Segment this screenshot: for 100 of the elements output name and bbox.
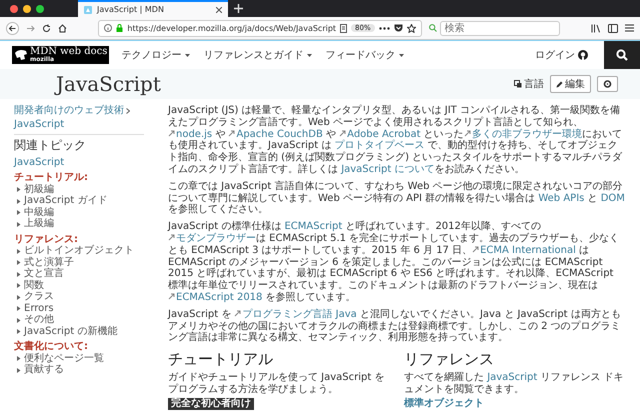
- library-icon[interactable]: [591, 24, 601, 32]
- group-title: 文書化について:: [14, 341, 89, 352]
- sidebar-item[interactable]: 文と宣言: [24, 268, 64, 280]
- link[interactable]: モダンブラウザー: [168, 232, 256, 244]
- forward-icon[interactable]: [26, 24, 35, 32]
- sidebar-icon[interactable]: [608, 24, 618, 32]
- language-button[interactable]: 言語: [514, 77, 544, 91]
- browser-tab[interactable]: JavaScript | MDN: [78, 0, 228, 17]
- paragraph: すべてを網羅した JavaScript リファレンス ドキュメントを閲覧できます。: [404, 372, 625, 396]
- url-text: https://developer.mozilla.org/ja/docs/Web/JavaScript: [127, 24, 336, 32]
- collapsed-triangle-icon[interactable]: [16, 222, 21, 227]
- paragraph: JavaScript (JS) は軽量で、軽量なインタプリタ型、あるいは JIT コンパイルされる、第一級関数を備えたプログラミング言語です。Web ページでよく使用されるスクリプト言語として知られ、 node.js や Apache CouchDB や Adobe Acrobat といった 多くの非ブラウザー環境においても使用されています。JavaScript は プロトタイプベース で、動的型付けを持ち、そしてオブジェクト指向、命令形、宣言的 (例えば関数プログラミング) といったスタイルをサポートするマルチパラダイムのスクリプト言語です。詳しくは JavaScript についてをお読みください。: [168, 105, 624, 176]
- paragraph: JavaScript の標準仕様は ECMAScript と呼ばれています。2012年以降、すべての モダンブラウザーは ECMAScript 5.1 を完全にサポートしています。過去のブラウザーも、少なくとも ECMAScript 3 はサポートしています。2015 年 6 月 17 日、 ECMA International は ECMAScript のメジャーバージョン 6 を策定しました。このバージョンは公式には ECMAScript 2015 と呼ばれていますが、最初は ECMAScript 6 や ES6 と呼ばれます。それ以降、ECMAScript 標準は年単位でリリースされています。このドキュメントは最新のドラフトバージョン、現在は ECMAScript 2018 を参照しています。: [168, 221, 620, 304]
- sidebar-link[interactable]: JavaScript: [14, 156, 64, 168]
- close-icon[interactable]: [216, 6, 222, 12]
- menu-icon[interactable]: [625, 24, 634, 32]
- external-link-icon: [168, 234, 175, 241]
- group-title: チュートリアル:: [14, 172, 89, 184]
- search-button[interactable]: [604, 41, 640, 69]
- collapsed-triangle-icon[interactable]: [16, 210, 21, 216]
- sidebar-item[interactable]: JavaScript ガイド: [24, 195, 108, 207]
- sidebar-item[interactable]: 貢献する: [24, 364, 64, 376]
- link[interactable]: node.js: [168, 128, 212, 140]
- search-field[interactable]: 検索: [440, 20, 560, 36]
- sidebar-item[interactable]: 便利なページ一覧: [24, 352, 104, 364]
- nav-menu[interactable]: リファレンスとガイド: [203, 48, 314, 62]
- sidebar-item[interactable]: ビルトインオブジェクト: [24, 245, 134, 257]
- link[interactable]: JavaScript について: [341, 164, 434, 175]
- link[interactable]: ECMAScript: [284, 221, 342, 232]
- collapsed-triangle-icon[interactable]: [16, 306, 21, 312]
- more-icon[interactable]: [378, 26, 390, 30]
- translate-icon: [514, 80, 522, 88]
- settings-icon: [603, 78, 612, 90]
- external-link-icon: [168, 292, 175, 300]
- subheading: 完全な初心者向け: [168, 398, 254, 410]
- section-heading: チュートリアル: [168, 351, 274, 369]
- collapsed-triangle-icon[interactable]: [16, 248, 21, 254]
- external-link-icon: [339, 130, 346, 137]
- collapsed-triangle-icon[interactable]: [16, 329, 21, 334]
- search-icon: [428, 24, 437, 32]
- paragraph: ガイドやチュートリアルを使って JavaScript をプログラムする方法を学びましょう。: [168, 372, 386, 396]
- caret-icon: [306, 52, 314, 58]
- favicon-icon: [84, 6, 92, 14]
- link[interactable]: DOM: [600, 192, 625, 204]
- collapsed-triangle-icon[interactable]: [16, 356, 21, 362]
- external-link-icon: [472, 246, 480, 253]
- link[interactable]: JavaScript: [487, 372, 538, 383]
- collapsed-triangle-icon[interactable]: [16, 260, 21, 266]
- edit-button[interactable]: 編集: [550, 75, 591, 93]
- pocket-icon[interactable]: [394, 24, 403, 32]
- sidebar-item[interactable]: 初級編: [24, 184, 54, 196]
- link[interactable]: ECMAScript 2018: [168, 292, 262, 303]
- collapsed-triangle-icon[interactable]: [16, 283, 21, 288]
- external-link-icon: [464, 130, 471, 137]
- link[interactable]: プロトタイプベース: [334, 140, 424, 152]
- search-icon: [616, 49, 628, 61]
- sidebar-item[interactable]: その他: [24, 314, 54, 326]
- collapsed-triangle-icon[interactable]: [16, 318, 21, 323]
- pencil-icon: [556, 80, 563, 88]
- nav-menu[interactable]: テクノロジー: [121, 48, 192, 62]
- sidebar-item[interactable]: JavaScript の新機能: [24, 326, 118, 338]
- info-icon: [104, 24, 112, 32]
- link[interactable]: 多くの非ブラウザー環境: [464, 128, 582, 140]
- caret-icon: [184, 52, 192, 58]
- breadcrumb-link[interactable]: 開発者向けのウェブ技術: [14, 105, 124, 116]
- sidebar-item[interactable]: 関数: [24, 280, 44, 292]
- sidebar-item[interactable]: クラス: [24, 291, 54, 303]
- collapsed-triangle-icon[interactable]: [16, 272, 21, 277]
- star-icon[interactable]: [406, 24, 416, 32]
- subheading-link[interactable]: 標準オブジェクト: [404, 398, 484, 410]
- collapsed-triangle-icon[interactable]: [16, 187, 21, 192]
- collapsed-triangle-icon[interactable]: [16, 198, 21, 204]
- group-title: リファレンス:: [14, 234, 79, 245]
- new-tab-icon[interactable]: [234, 4, 243, 13]
- section-heading: リファレンス: [404, 351, 495, 369]
- link[interactable]: ECMA International: [472, 244, 576, 256]
- nav-menu[interactable]: フィードバック: [325, 48, 406, 62]
- reload-icon[interactable]: [42, 24, 51, 32]
- sidebar-item[interactable]: 中級編: [24, 206, 54, 218]
- external-link-icon: [234, 310, 242, 317]
- sidebar-item[interactable]: 式と演算子: [24, 256, 74, 268]
- collapsed-triangle-icon[interactable]: [16, 368, 21, 373]
- link[interactable]: プログラミング言語 Java: [234, 308, 357, 320]
- collapsed-triangle-icon[interactable]: [16, 294, 21, 300]
- external-link-icon: [228, 130, 236, 137]
- chevron-icon: [126, 108, 130, 114]
- paragraph: この章では JavaScript 言語自体について、すなわち Web ページ他の環境に限定されないコアの部分について専門に解説しています。Web ページ特有の API 群の情報を得たい場合は Web APIs と DOM を参照してください。: [168, 180, 626, 216]
- link[interactable]: Apache CouchDB: [228, 128, 323, 140]
- link[interactable]: Adobe Acrobat: [339, 128, 421, 140]
- login-button[interactable]: ログイン: [535, 48, 588, 62]
- back-icon[interactable]: [6, 22, 19, 34]
- reader-view-icon[interactable]: [340, 24, 348, 32]
- sidebar-item[interactable]: Errors: [24, 302, 54, 314]
- home-icon[interactable]: [58, 24, 67, 32]
- settings-button[interactable]: [597, 76, 618, 92]
- paragraph: JavaScript を プログラミング言語 Java と混同しないでください。Java と JavaScript は両方ともアメリカやその他の国においてオラクルの商標または登録商標です。しかし、この 2 つのプログラミング言語は非常に異なる構文、セマンティック、利用形態を持っています。: [168, 308, 622, 344]
- link[interactable]: Web APIs: [538, 192, 584, 204]
- sidebar-item[interactable]: 上級編: [24, 218, 54, 230]
- breadcrumb-link[interactable]: JavaScript: [14, 118, 64, 130]
- page-title: JavaScript: [56, 72, 162, 96]
